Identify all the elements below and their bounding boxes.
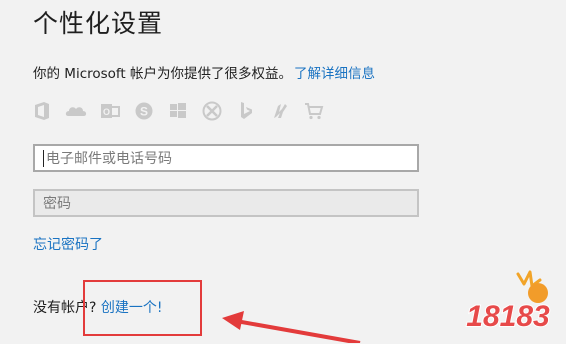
password-placeholder: 密码 <box>43 196 71 212</box>
email-placeholder: 电子邮件或电话号码 <box>46 151 172 167</box>
svg-text:18183: 18183 <box>466 300 550 333</box>
text-caret <box>43 149 44 167</box>
svg-text:S: S <box>140 105 148 119</box>
highlight-box <box>83 280 202 336</box>
outlook-icon: O <box>99 100 121 122</box>
intro-text-row: 你的 Microsoft 帐户为你提供了很多权益。 了解详细信息 <box>33 62 375 82</box>
xbox-icon <box>201 100 223 122</box>
watermark-logo: 18183 <box>458 266 558 340</box>
msn-icon <box>269 100 291 122</box>
office-icon <box>31 100 53 122</box>
skype-icon: S <box>133 100 155 122</box>
forgot-password-link[interactable]: 忘记密码了 <box>33 234 103 254</box>
intro-text: 你的 Microsoft 帐户为你提供了很多权益。 <box>33 66 293 82</box>
service-icons-row: O S <box>31 100 337 122</box>
store-icon <box>303 100 325 122</box>
bing-icon <box>235 100 257 122</box>
onedrive-icon <box>65 100 87 122</box>
learn-more-link[interactable]: 了解详细信息 <box>294 66 375 82</box>
windows-icon <box>167 100 189 122</box>
svg-text:O: O <box>103 107 110 117</box>
password-field[interactable]: 密码 <box>33 189 419 217</box>
page-title: 个性化设置 <box>33 9 164 38</box>
email-field[interactable]: 电子邮件或电话号码 <box>33 144 419 172</box>
